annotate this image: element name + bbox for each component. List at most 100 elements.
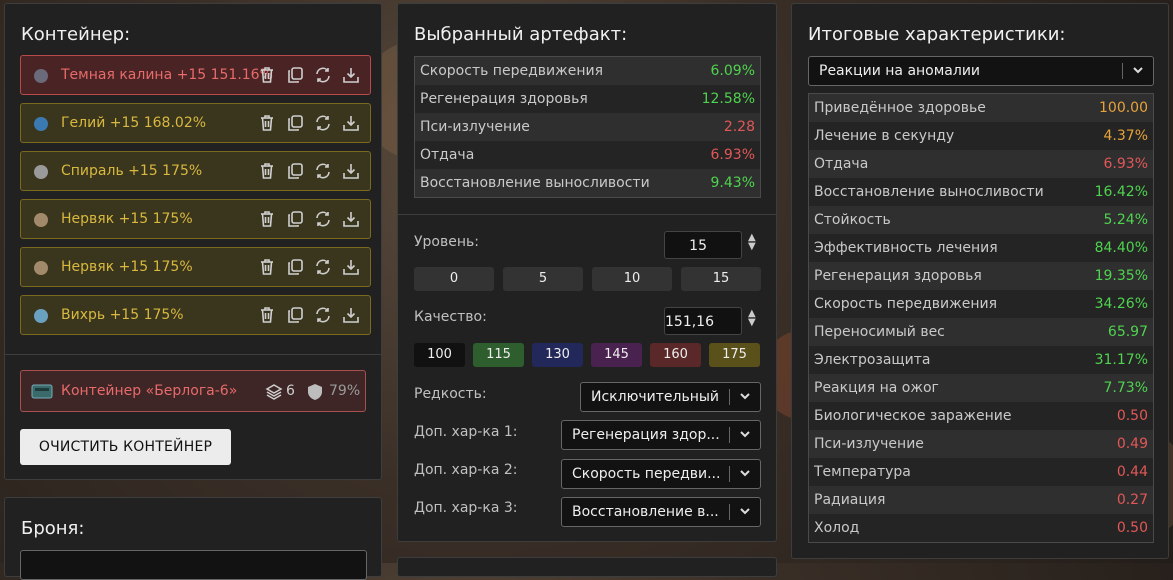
level-preset-button[interactable]: 15 (681, 267, 761, 291)
stat-label: Температура (814, 464, 911, 480)
select-divider (729, 466, 730, 482)
copy-icon[interactable] (286, 210, 304, 228)
swap-icon[interactable] (314, 162, 332, 180)
stat-label: Эффективность лечения (814, 240, 998, 256)
download-icon[interactable] (342, 258, 360, 276)
trash-icon[interactable] (258, 162, 276, 180)
select-divider (1122, 63, 1123, 79)
stat-label: Биологическое заражение (814, 408, 1012, 424)
level-input[interactable]: 15 (664, 231, 742, 259)
container-box-protection: 79% (329, 383, 361, 399)
trash-icon[interactable] (258, 114, 276, 132)
download-icon[interactable] (342, 306, 360, 324)
download-icon[interactable] (342, 210, 360, 228)
swap-icon[interactable] (314, 306, 332, 324)
stat-row: Пси-излучение 2.28 (415, 113, 760, 141)
level-stepper[interactable]: ▲ ▼ (748, 233, 756, 252)
stat-value: 100.00 (1099, 100, 1148, 116)
stat-row: Электрозащита 31.17% (809, 346, 1153, 374)
stat-value: 31.17% (1094, 352, 1148, 368)
quality-input[interactable]: 151,16 (664, 307, 742, 335)
stat-label: Скорость передвижения (420, 63, 603, 79)
stat-value: 0.50 (1116, 520, 1148, 536)
container-item[interactable]: Гелий +15 168.02% (20, 103, 371, 143)
download-icon[interactable] (342, 162, 360, 180)
trash-icon[interactable] (258, 258, 276, 276)
level-preset-button[interactable]: 0 (414, 267, 494, 291)
stat-value: 19.35% (1094, 268, 1148, 284)
rarity-value: Исключительный (591, 389, 720, 405)
stat-label: Регенерация здоровья (420, 91, 588, 107)
stat-label: Лечение в секунду (814, 128, 955, 144)
quality-preset-button[interactable]: 130 (532, 343, 583, 367)
quality-stepper[interactable]: ▲ ▼ (748, 309, 756, 328)
totals-panel: Итоговые характеристики: Реакции на аном… (791, 3, 1169, 559)
stat-label: Холод (814, 520, 860, 536)
artifact-panel: Выбранный артефакт: Скорость передвижени… (397, 3, 777, 542)
stat-row: Эффективность лечения 84.40% (809, 234, 1153, 262)
divider (5, 354, 381, 355)
quality-preset-button[interactable]: 100 (414, 343, 465, 367)
artifact-stats-table: Скорость передвижения 6.09% Регенерация зд… (414, 56, 761, 198)
level-preset-button[interactable]: 5 (503, 267, 583, 291)
stat-row: Биологическое заражение 0.50 (809, 402, 1153, 430)
quality-preset-button[interactable]: 115 (473, 343, 524, 367)
extra3-select[interactable]: Восстановление в... (561, 497, 761, 527)
download-icon[interactable] (342, 66, 360, 84)
copy-icon[interactable] (286, 114, 304, 132)
extra1-select[interactable]: Регенерация здор... (561, 420, 761, 450)
swap-icon[interactable] (314, 258, 332, 276)
quality-label: Качество: (414, 309, 487, 325)
artifact-icon (31, 114, 51, 134)
level-preset-button[interactable]: 10 (592, 267, 672, 291)
container-item[interactable]: Спираль +15 175% (20, 151, 371, 191)
copy-icon[interactable] (286, 66, 304, 84)
extra3-label: Доп. хар-ка 3: (414, 500, 518, 516)
select-divider (729, 427, 730, 443)
container-item-name: Нервяк +15 175% (61, 211, 193, 227)
stat-value: 12.58% (701, 91, 755, 107)
container-item[interactable]: Темная калина +15 151.16% (20, 55, 371, 95)
swap-icon[interactable] (314, 210, 332, 228)
stat-row: Восстановление выносливости 9.43% (415, 169, 760, 197)
container-item-name: Спираль +15 175% (61, 163, 203, 179)
artifact-icon (31, 306, 51, 326)
stat-label: Радиация (814, 492, 886, 508)
stat-label: Скорость передвижения (814, 296, 997, 312)
extra2-select[interactable]: Скорость передви... (561, 459, 761, 489)
artifact-icon (31, 258, 51, 278)
extra2-label: Доп. хар-ка 2: (414, 462, 518, 478)
stat-label: Восстановление выносливости (814, 184, 1044, 200)
swap-icon[interactable] (314, 114, 332, 132)
totals-filter-select[interactable]: Реакции на аномалии (808, 56, 1154, 86)
trash-icon[interactable] (258, 210, 276, 228)
rarity-select[interactable]: Исключительный (580, 382, 761, 412)
container-item[interactable]: Вихрь +15 175% (20, 295, 371, 335)
stat-value: 65.97 (1107, 324, 1148, 340)
container-item[interactable]: Нервяк +15 175% (20, 247, 371, 287)
stat-row: Лечение в секунду 4.37% (809, 122, 1153, 150)
copy-icon[interactable] (286, 258, 304, 276)
download-icon[interactable] (342, 114, 360, 132)
stat-label: Отдача (814, 156, 869, 172)
totals-title: Итоговые характеристики: (808, 24, 1066, 45)
quality-preset-button[interactable]: 175 (709, 343, 760, 367)
trash-icon[interactable] (258, 66, 276, 84)
copy-icon[interactable] (286, 306, 304, 324)
container-box[interactable]: Контейнер «Берлога-6» 6 79% (20, 370, 366, 412)
stat-value: 6.93% (710, 147, 755, 163)
container-box-name: Контейнер «Берлога-6» (61, 383, 238, 399)
quality-preset-button[interactable]: 160 (650, 343, 701, 367)
container-title: Контейнер: (21, 24, 131, 45)
armor-select[interactable] (20, 550, 367, 580)
chevron-down-icon (1131, 63, 1145, 77)
clear-container-button[interactable]: ОЧИСТИТЬ КОНТЕЙНЕР (20, 429, 231, 465)
trash-icon[interactable] (258, 306, 276, 324)
swap-icon[interactable] (314, 66, 332, 84)
container-item[interactable]: Нервяк +15 175% (20, 199, 371, 239)
copy-icon[interactable] (286, 162, 304, 180)
stat-value: 0.50 (1116, 408, 1148, 424)
quality-preset-button[interactable]: 145 (591, 343, 642, 367)
extra1-value: Регенерация здор... (572, 427, 720, 443)
stat-row: Приведённое здоровье 100.00 (809, 94, 1153, 122)
